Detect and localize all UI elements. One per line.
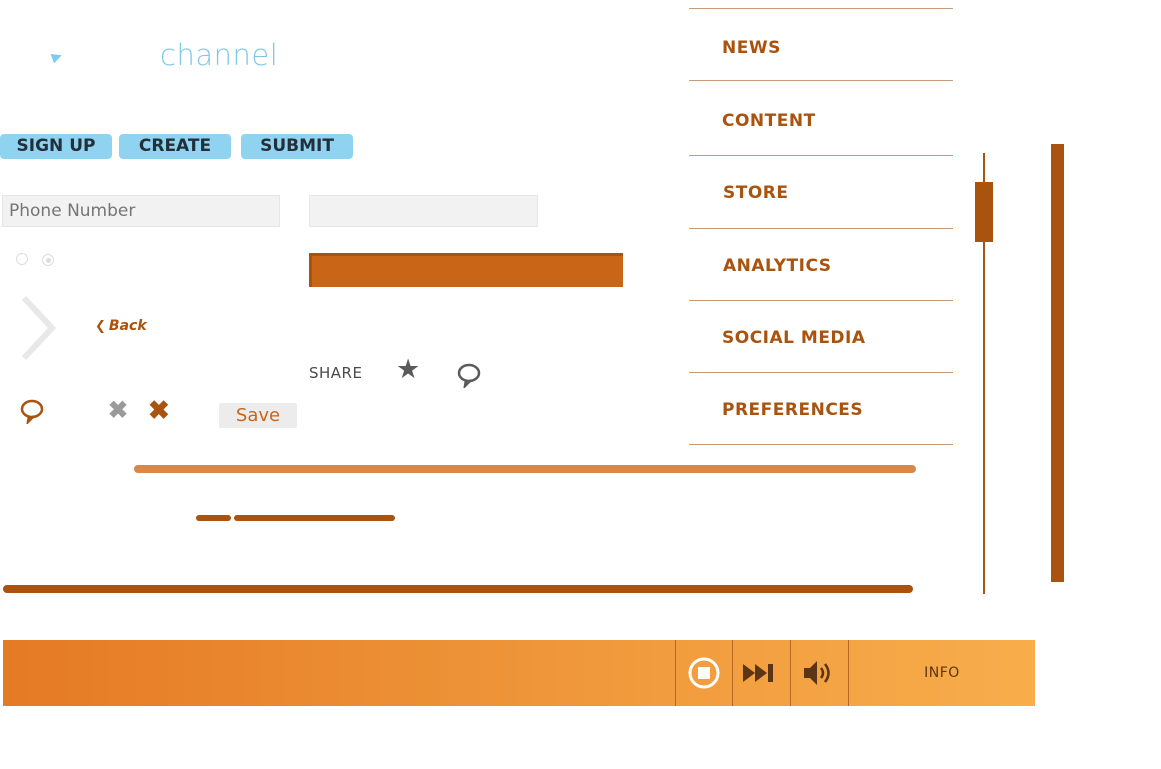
radio-checked[interactable] — [42, 254, 54, 266]
logo-play-icon — [50, 50, 64, 64]
player-bar: INFO — [3, 640, 1035, 706]
comment-icon-orange[interactable] — [19, 398, 47, 429]
vertical-bar[interactable] — [1051, 144, 1064, 582]
radio-unchecked[interactable] — [16, 253, 28, 265]
star-icon[interactable]: ★ — [396, 354, 420, 385]
menu-divider — [689, 155, 953, 156]
slider-track-dark[interactable] — [3, 585, 913, 593]
chevron-right-icon[interactable] — [20, 295, 57, 365]
create-button[interactable]: CREATE — [119, 134, 231, 159]
stop-icon — [688, 657, 720, 689]
progress-segment-1 — [196, 515, 231, 521]
menu-divider — [689, 8, 953, 9]
menu-divider — [689, 228, 953, 229]
text-input[interactable] — [309, 195, 538, 227]
back-label: Back — [108, 318, 147, 334]
menu-item-preferences[interactable]: PREFERENCES — [722, 400, 863, 420]
orange-input-bar[interactable] — [309, 253, 623, 287]
stop-button[interactable] — [675, 640, 732, 706]
logo-text: channel — [160, 38, 279, 72]
menu-item-content[interactable]: CONTENT — [722, 111, 816, 131]
progress-segment-2 — [234, 515, 395, 521]
comment-icon[interactable] — [456, 362, 484, 393]
menu-item-store[interactable]: STORE — [723, 183, 789, 203]
volume-icon — [804, 661, 830, 685]
slider-track-light[interactable] — [134, 465, 916, 473]
menu-item-analytics[interactable]: ANALYTICS — [723, 256, 832, 276]
menu-divider — [689, 300, 953, 301]
menu-divider — [689, 372, 953, 373]
back-link[interactable]: ❮ Back — [95, 318, 147, 334]
volume-button[interactable] — [790, 640, 847, 706]
skip-forward-icon — [743, 664, 773, 682]
menu-divider — [689, 444, 953, 445]
sign-up-button[interactable]: SIGN UP — [0, 134, 112, 159]
info-button[interactable]: INFO — [848, 640, 1035, 706]
menu-item-news[interactable]: NEWS — [722, 38, 781, 58]
phone-number-input[interactable] — [2, 195, 280, 227]
share-label: SHARE — [309, 364, 363, 382]
menu-item-social-media[interactable]: SOCIAL MEDIA — [722, 328, 866, 348]
save-button[interactable]: Save — [219, 403, 297, 428]
skip-forward-button[interactable] — [732, 640, 789, 706]
close-icon-gray[interactable]: ✖ — [108, 396, 128, 425]
chevron-left-icon: ❮ — [95, 319, 106, 334]
vertical-scroll-thumb[interactable] — [975, 182, 993, 242]
menu-divider — [689, 80, 953, 81]
close-icon-orange[interactable]: ✖ — [148, 395, 170, 426]
submit-button[interactable]: SUBMIT — [241, 134, 353, 159]
